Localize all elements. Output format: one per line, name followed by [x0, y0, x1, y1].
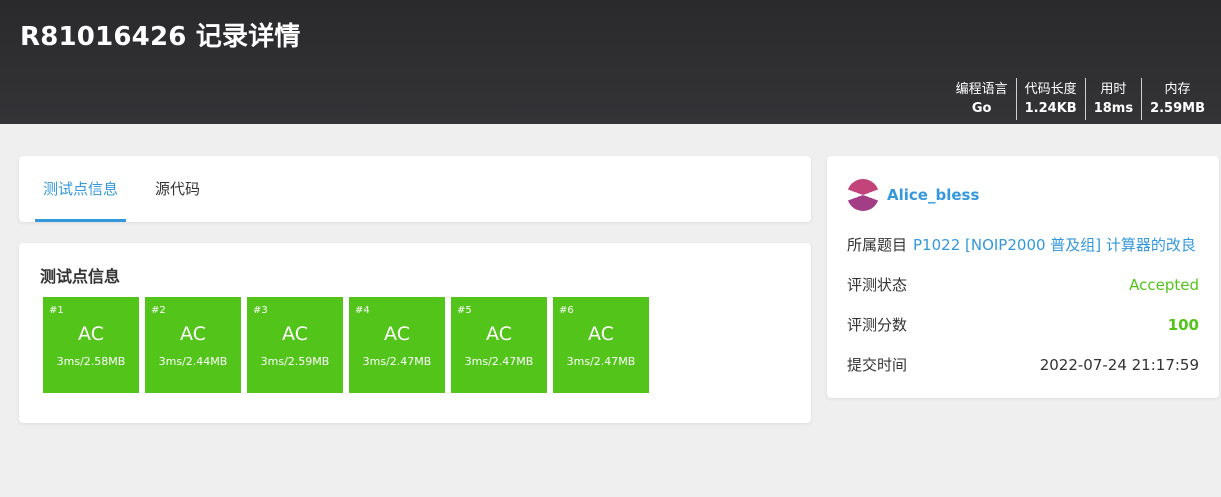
testcase-id: #1: [49, 305, 64, 316]
testcase-id: #6: [559, 305, 574, 316]
info-label: 所属题目: [847, 236, 908, 254]
page-header: R81016426 记录详情 编程语言 Go 代码长度 1.24KB 用时 18…: [0, 0, 1221, 124]
testcase-detail: 3ms/2.47MB: [566, 355, 636, 368]
stat-value: 2.59MB: [1150, 101, 1205, 116]
testcase-status: AC: [180, 323, 206, 345]
testcase-id: #4: [355, 305, 370, 316]
stat-time: 用时 18ms: [1084, 78, 1141, 120]
testcase-status: AC: [486, 323, 512, 345]
stat-code-length: 代码长度 1.24KB: [1015, 78, 1085, 120]
testcase-tile[interactable]: #3 AC 3ms/2.59MB: [247, 297, 343, 393]
submission-stats: 编程语言 Go 代码长度 1.24KB 用时 18ms 内存 2.59MB: [956, 78, 1213, 120]
stat-value: 1.24KB: [1024, 101, 1077, 116]
tab-source-code[interactable]: 源代码: [147, 156, 208, 222]
testcase-tile[interactable]: #4 AC 3ms/2.47MB: [349, 297, 445, 393]
stat-value: 18ms: [1093, 101, 1134, 116]
stat-memory: 内存 2.59MB: [1141, 78, 1213, 120]
info-row-score: 评测分数 100: [847, 315, 1199, 335]
tab-testcases[interactable]: 测试点信息: [35, 156, 127, 222]
testcase-detail: 3ms/2.44MB: [158, 355, 228, 368]
submit-time-value: 2022-07-24 21:17:59: [1039, 356, 1199, 374]
testcase-status: AC: [78, 323, 104, 345]
stat-label: 编程语言: [955, 82, 1008, 97]
testcase-status: AC: [588, 323, 614, 345]
info-label: 提交时间: [847, 356, 908, 374]
problem-link[interactable]: P1022 [NOIP2000 普及组] 计算器的改良: [913, 235, 1196, 255]
testcase-detail: 3ms/2.58MB: [56, 355, 126, 368]
testcase-id: #3: [253, 305, 268, 316]
testcase-detail: 3ms/2.47MB: [362, 355, 432, 368]
testcase-id: #2: [151, 305, 166, 316]
section-title: 测试点信息: [40, 267, 121, 286]
info-row-status: 评测状态 Accepted: [847, 275, 1199, 295]
stat-value: Go: [971, 101, 992, 116]
username-link[interactable]: Alice_bless: [887, 186, 979, 204]
page-title: R81016426 记录详情: [20, 22, 301, 52]
testcase-tile[interactable]: #6 AC 3ms/2.47MB: [553, 297, 649, 393]
avatar[interactable]: [847, 179, 879, 211]
tabs-card: 测试点信息 源代码: [19, 156, 811, 222]
testcases-card: 测试点信息 #1 AC 3ms/2.58MB #2 AC 3ms/2.44MB …: [19, 243, 811, 423]
testcase-tile[interactable]: #5 AC 3ms/2.47MB: [451, 297, 547, 393]
testcase-status: AC: [282, 323, 308, 345]
testcase-grid: #1 AC 3ms/2.58MB #2 AC 3ms/2.44MB #3 AC …: [43, 297, 649, 393]
testcase-tile[interactable]: #1 AC 3ms/2.58MB: [43, 297, 139, 393]
testcase-status: AC: [384, 323, 410, 345]
score-value: 100: [1167, 316, 1199, 334]
testcase-id: #5: [457, 305, 472, 316]
stat-label: 代码长度: [1024, 82, 1077, 97]
status-value: Accepted: [1129, 276, 1199, 294]
testcase-detail: 3ms/2.59MB: [260, 355, 330, 368]
info-row-submit-time: 提交时间 2022-07-24 21:17:59: [847, 355, 1199, 375]
stat-label: 内存: [1164, 82, 1191, 97]
testcase-tile[interactable]: #2 AC 3ms/2.44MB: [145, 297, 241, 393]
stat-language: 编程语言 Go: [956, 78, 1016, 120]
info-label: 评测分数: [847, 316, 908, 334]
stat-label: 用时: [1100, 82, 1127, 97]
testcase-detail: 3ms/2.47MB: [464, 355, 534, 368]
info-row-problem: 所属题目 P1022 [NOIP2000 普及组] 计算器的改良: [847, 235, 1199, 255]
submission-info-card: Alice_bless 所属题目 P1022 [NOIP2000 普及组] 计算…: [827, 156, 1219, 398]
info-label: 评测状态: [847, 276, 908, 294]
